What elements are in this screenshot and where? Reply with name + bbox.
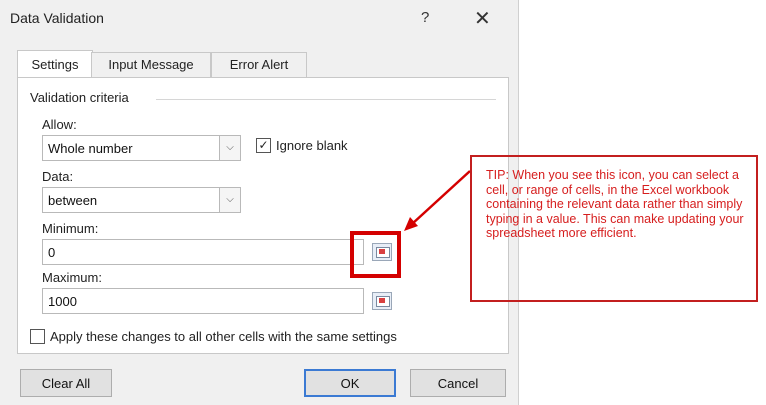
tip-callout: TIP: When you see this icon, you can sel… xyxy=(470,155,758,302)
